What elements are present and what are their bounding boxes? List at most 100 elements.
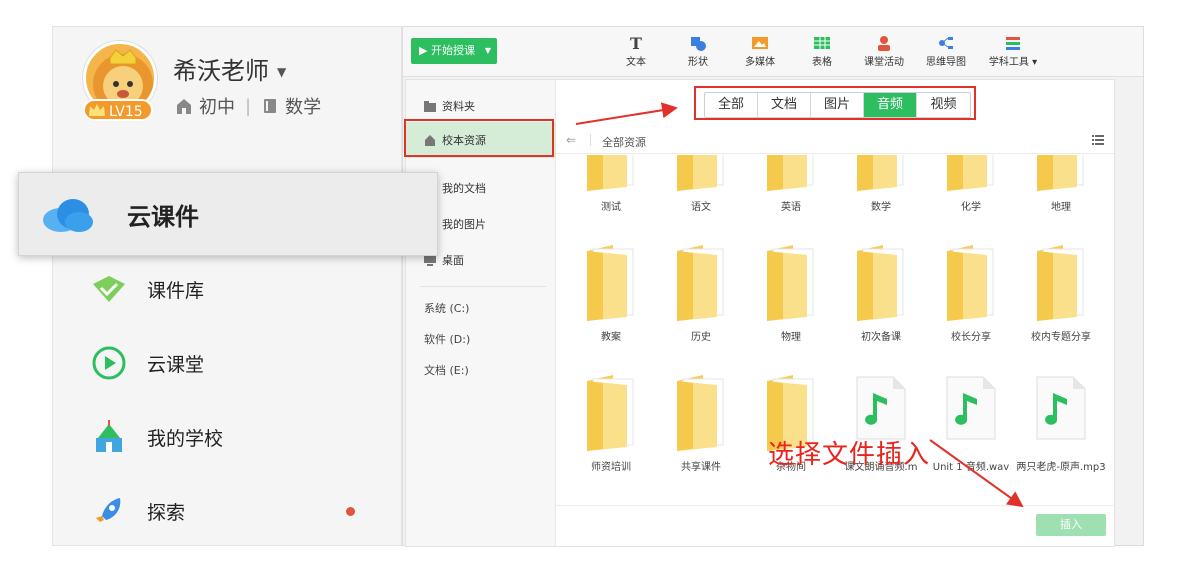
annotation-text: 选择文件插入 xyxy=(768,440,931,470)
play-circle-icon xyxy=(91,345,127,381)
folder-icon xyxy=(583,155,639,191)
folder-icon xyxy=(853,245,909,321)
audio-file-item[interactable]: 两只老虎-原声.mp3 xyxy=(1016,375,1106,475)
folder-item[interactable]: 校内专题分享 xyxy=(1016,245,1106,345)
toolbar: ▶ 开始授课 ▼ T 文本 形状 多媒体 表格 课堂活动 思维导图 学科工具 ▾ xyxy=(403,27,1143,77)
folder-icon xyxy=(763,155,819,191)
breadcrumb[interactable]: 全部资源 xyxy=(602,134,646,150)
nav-item-explore[interactable]: 探索 xyxy=(53,481,403,541)
sidebar-label: 桌面 xyxy=(442,254,464,267)
drive-e[interactable]: 文档 (E:) xyxy=(424,362,469,378)
folder-icon xyxy=(943,245,999,321)
tool-label: 学科工具 xyxy=(988,57,1029,68)
dialog-footer: 插入 xyxy=(556,505,1114,546)
teacher-name-dropdown[interactable]: 希沃老师 ▼ xyxy=(173,51,286,86)
table-icon xyxy=(814,37,830,49)
courseware-library-icon xyxy=(91,271,127,307)
nav-item-cloud-courseware[interactable]: 云课件 xyxy=(18,172,438,256)
file-name: 校内专题分享 xyxy=(1031,332,1091,343)
folder-icon xyxy=(943,155,999,191)
file-name: 师资培训 xyxy=(591,462,631,473)
book-icon xyxy=(264,99,277,113)
sidebar-label: 资料夹 xyxy=(442,100,475,113)
file-name: 测试 xyxy=(601,202,621,213)
tool-shape[interactable]: 形状 xyxy=(673,35,723,68)
file-name: Unit 1 音频.wav xyxy=(932,462,1010,473)
nav-label: 探索 xyxy=(147,501,186,524)
folder-item[interactable]: 数学 xyxy=(836,155,926,215)
folder-item[interactable]: 英语 xyxy=(746,155,836,215)
chevron-down-icon: ▼ xyxy=(484,46,491,55)
folder-item[interactable]: 初次备课 xyxy=(836,245,926,345)
nav-item-my-school[interactable]: 我的学校 xyxy=(53,407,403,467)
folder-item[interactable]: 化学 xyxy=(926,155,1016,215)
caret-down-icon: ▼ xyxy=(277,65,287,79)
shape-icon xyxy=(691,37,706,51)
cloud-icon xyxy=(39,194,95,234)
folder-icon xyxy=(673,155,729,191)
folder-item[interactable]: 地理 xyxy=(1016,155,1106,215)
file-name: 数学 xyxy=(871,202,891,213)
multimedia-icon xyxy=(752,37,768,49)
drive-c[interactable]: 系统 (C:) xyxy=(424,300,469,316)
file-name: 初次备课 xyxy=(861,332,901,343)
grade-label: 初中 xyxy=(199,97,235,118)
folder-item[interactable]: 教案 xyxy=(566,245,656,345)
folder-icon xyxy=(673,375,729,451)
file-name: 英语 xyxy=(781,202,801,213)
tool-subject-tools[interactable]: 学科工具 ▾ xyxy=(983,35,1043,68)
path-separator xyxy=(590,134,591,146)
list-view-icon[interactable] xyxy=(1092,135,1104,145)
level-text: LV15 xyxy=(109,104,143,120)
mindmap-icon xyxy=(939,37,953,49)
nav-label: 我的学校 xyxy=(147,427,224,450)
subject-label: 数学 xyxy=(285,97,322,118)
play-icon: ▶ xyxy=(419,44,431,57)
folder-item[interactable]: 语文 xyxy=(656,155,746,215)
file-name: 地理 xyxy=(1051,202,1071,213)
file-name: 共享课件 xyxy=(681,462,721,473)
folder-icon xyxy=(853,155,909,191)
start-class-button[interactable]: ▶ 开始授课 ▼ xyxy=(411,38,497,64)
folder-item[interactable]: 校长分享 xyxy=(926,245,1016,345)
nav-label: 云课件 xyxy=(127,202,199,231)
crown-icon xyxy=(89,104,105,116)
tool-multimedia[interactable]: 多媒体 xyxy=(735,35,785,68)
folder-icon xyxy=(583,245,639,321)
notification-dot xyxy=(346,506,355,516)
tool-mindmap[interactable]: 思维导图 xyxy=(921,35,971,68)
annotation-box-filter-tabs xyxy=(694,86,976,120)
insert-button[interactable]: 插入 xyxy=(1036,514,1106,536)
folder-icon xyxy=(673,245,729,321)
folder-item[interactable]: 师资培训 xyxy=(566,375,656,475)
folder-item[interactable]: 物理 xyxy=(746,245,836,345)
path-bar: ⇐ 全部资源 xyxy=(556,128,1114,154)
tool-text[interactable]: T 文本 xyxy=(611,35,661,68)
tool-table[interactable]: 表格 xyxy=(797,35,847,68)
folder-item[interactable]: 共享课件 xyxy=(656,375,746,475)
rocket-icon xyxy=(91,493,127,529)
back-arrow-icon[interactable]: ⇐ xyxy=(566,133,576,147)
school-building-icon xyxy=(177,99,191,114)
nav-label: 云课堂 xyxy=(147,353,205,376)
drive-d[interactable]: 软件 (D:) xyxy=(424,331,470,347)
tool-label: 思维导图 xyxy=(926,57,966,68)
teacher-meta: 初中 | 数学 xyxy=(175,93,321,119)
nav-item-courseware-library[interactable]: 课件库 xyxy=(53,259,403,319)
file-name: 物理 xyxy=(781,332,801,343)
desktop-icon xyxy=(424,255,436,266)
music-note-icon xyxy=(1033,375,1089,451)
audio-file-item[interactable]: Unit 1 音频.wav xyxy=(926,375,1016,475)
meta-separator: | xyxy=(245,95,252,117)
folder-icon xyxy=(583,375,639,451)
folder-icon xyxy=(1033,245,1089,321)
tool-class-activity[interactable]: 课堂活动 xyxy=(859,35,909,68)
file-name: 两只老虎-原声.mp3 xyxy=(1016,462,1106,473)
folder-item[interactable]: 历史 xyxy=(656,245,746,345)
sidebar-label: 我的图片 xyxy=(442,218,486,231)
svg-text:T: T xyxy=(630,35,642,51)
school-icon xyxy=(91,419,127,455)
folder-icon xyxy=(424,100,436,112)
nav-item-cloud-classroom[interactable]: 云课堂 xyxy=(53,333,403,393)
folder-item[interactable]: 测试 xyxy=(566,155,656,215)
